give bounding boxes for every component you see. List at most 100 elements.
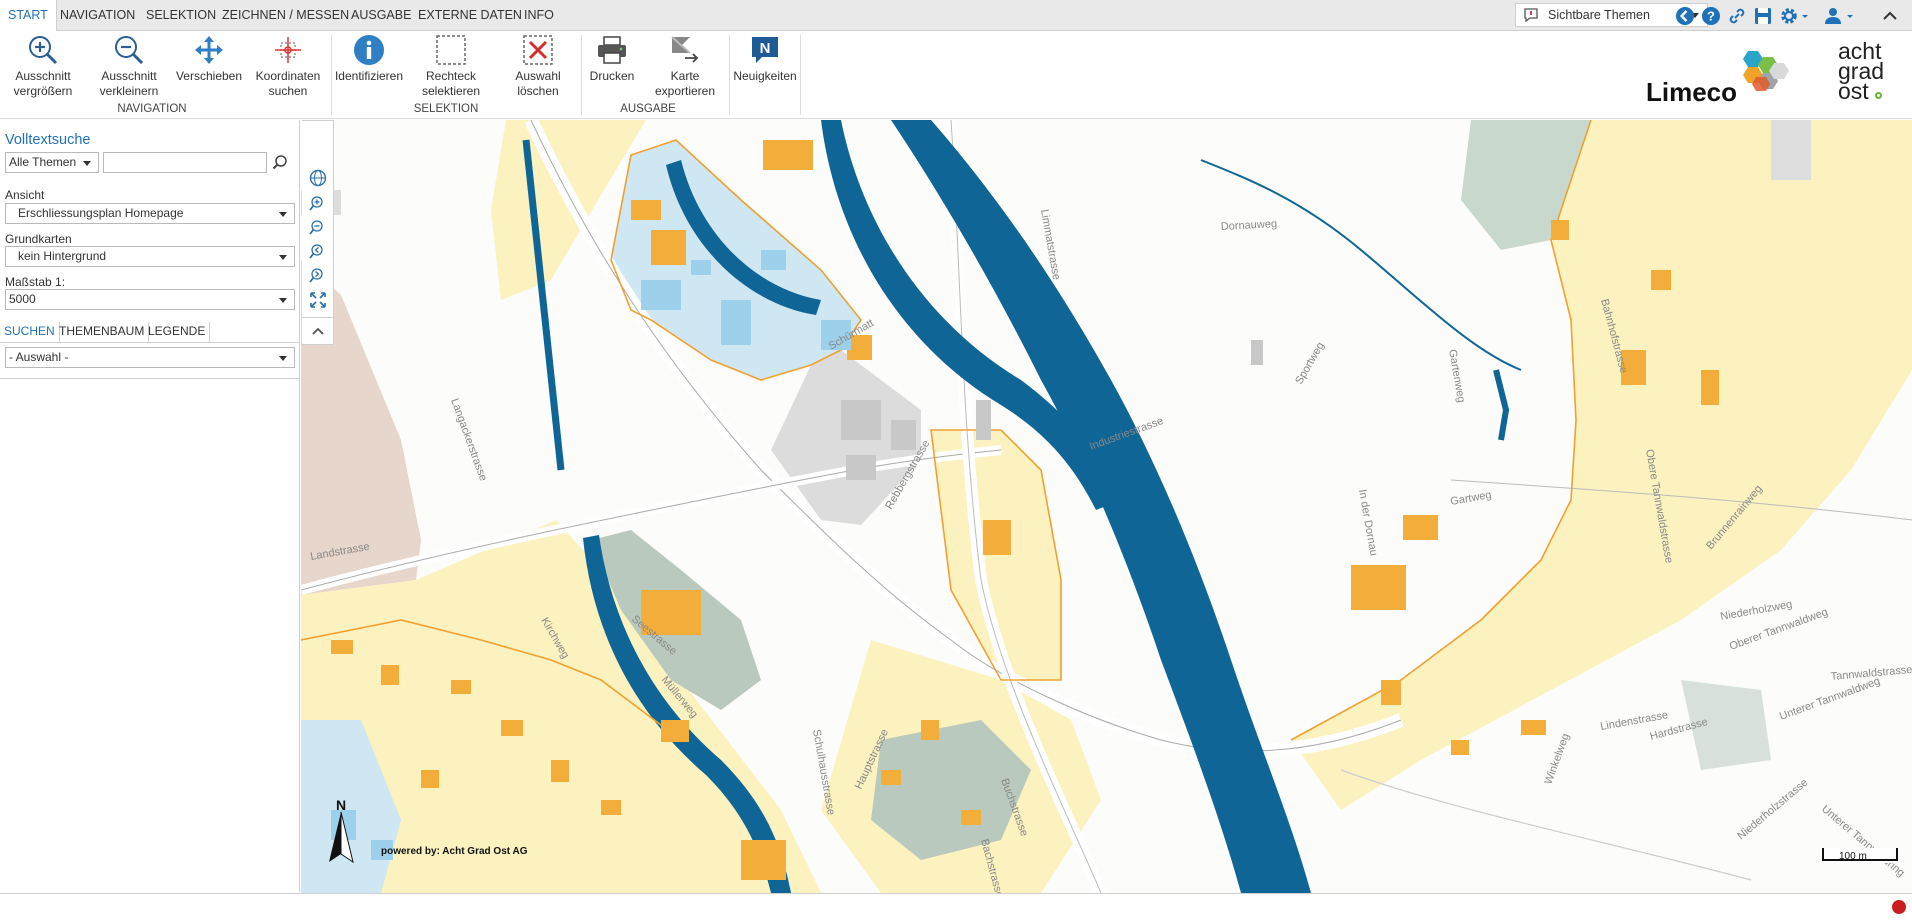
export-map-button[interactable]: Karte exportieren [648, 34, 722, 99]
tab-legende[interactable]: LEGENDE [144, 322, 211, 343]
zoom-out-icon[interactable] [309, 219, 327, 237]
print-icon [598, 36, 626, 64]
chevron-down-icon [279, 356, 287, 361]
limeco-logo-icon [1743, 51, 1789, 91]
search-icon[interactable] [272, 154, 288, 170]
zoom-in-button[interactable]: Ausschnitt vergrößern [6, 34, 80, 99]
user-icon[interactable] [1822, 4, 1856, 28]
sidebar-divider [0, 378, 299, 379]
map-canvas[interactable]: Limmatstrasse Dornauweg Sportweg Gartenw… [301, 120, 1912, 893]
building [631, 200, 661, 220]
grundkarten-select[interactable]: kein Hintergrund [5, 246, 295, 267]
street-label: Unterer Tannwaldring [1819, 803, 1907, 879]
gear-icon[interactable] [1777, 4, 1811, 28]
previous-extent-icon[interactable] [309, 243, 327, 261]
massstab-select[interactable]: 5000 [5, 289, 295, 310]
zoom-in-icon[interactable] [309, 195, 327, 213]
save-icon[interactable] [1751, 4, 1775, 28]
tab-navigation[interactable]: NAVIGATION [52, 0, 143, 31]
ansicht-select[interactable]: Erschliessungsplan Homepage [5, 203, 295, 224]
logo-word: ost [1838, 78, 1869, 104]
building [721, 300, 751, 345]
pan-label: Verschieben [175, 69, 243, 83]
map-tool-column [302, 120, 334, 345]
building [846, 455, 876, 480]
comment-icon [1524, 8, 1538, 22]
search-coordinates-button[interactable]: Koordinaten suchen [250, 34, 326, 99]
building [961, 810, 981, 825]
street-label: Gartenweg [1446, 348, 1467, 403]
stream-pond [1493, 369, 1510, 441]
ansicht-label: Ansicht [5, 188, 45, 202]
tab-ausgabe[interactable]: AUSGABE [343, 0, 419, 31]
export-map-icon [671, 36, 699, 63]
street-label: Niederholzweg [1719, 599, 1793, 623]
acht-grad-ost-logo: acht grad ost [1838, 40, 1884, 104]
tab-selektion[interactable]: SELEKTION [138, 0, 224, 31]
ribbon-toolbar: Ausschnitt vergrößern Ausschnitt verklei… [0, 31, 1912, 119]
pan-button[interactable]: Verschieben [174, 34, 244, 84]
status-indicator-icon[interactable] [1892, 900, 1906, 914]
clear-selection-button[interactable]: Auswahl löschen [500, 34, 576, 99]
ansicht-value: Erschliessungsplan Homepage [18, 206, 184, 220]
building [1451, 740, 1469, 755]
street-label: Gartweg [1449, 489, 1492, 508]
zoom-out-label: Ausschnitt verkleinern [99, 69, 159, 98]
building [1403, 515, 1438, 540]
next-extent-icon[interactable] [309, 267, 327, 285]
building [551, 760, 569, 782]
ribbon-separator [331, 35, 332, 115]
group-ausgabe-label: AUSGABE [620, 103, 676, 115]
tab-themenbaum[interactable]: THEMENBAUM [55, 322, 150, 343]
zoom-out-button[interactable]: Ausschnitt verkleinern [92, 34, 166, 99]
building [1381, 680, 1401, 705]
building [661, 720, 689, 742]
building [1701, 370, 1719, 405]
full-extent-icon[interactable] [309, 291, 327, 309]
building [1771, 120, 1811, 180]
print-button[interactable]: Drucken [584, 34, 640, 84]
building [331, 640, 353, 654]
search-scope-select[interactable]: Alle Themen [5, 152, 99, 173]
menu-bar: START NAVIGATION SELEKTION ZEICHNEN / ME… [0, 0, 1912, 32]
street-label: Unterer Tannwaldweg [1778, 675, 1882, 723]
identify-button[interactable]: Identifizieren [334, 34, 404, 84]
tab-suchen[interactable]: SUCHEN [0, 322, 60, 343]
search-input[interactable] [103, 152, 267, 173]
north-label: N [336, 797, 346, 813]
grundkarten-label: Grundkarten [5, 232, 72, 246]
search-coordinates-label: Koordinaten suchen [255, 69, 321, 98]
back-icon[interactable] [1673, 4, 1697, 28]
visible-themes-label: Sichtbare Themen [1548, 8, 1650, 22]
fulltext-search-title: Volltextsuche [5, 132, 91, 148]
crosshair-icon [275, 37, 301, 63]
auswahl-value: - Auswahl - [9, 350, 69, 364]
grundkarten-value: kein Hintergrund [18, 249, 107, 263]
globe-icon[interactable] [309, 169, 327, 187]
tab-zeichnen-messen[interactable]: ZEICHNEN / MESSEN [214, 0, 357, 31]
news-label: Neuigkeiten [733, 69, 797, 83]
tab-info[interactable]: INFO [516, 0, 562, 31]
ribbon-separator [800, 35, 801, 115]
building [761, 250, 786, 270]
collapse-up-icon[interactable] [1878, 4, 1902, 28]
link-icon[interactable] [1725, 4, 1749, 28]
rectangle-select-button[interactable]: Rechteck selektieren [414, 34, 488, 99]
auswahl-select[interactable]: - Auswahl - [5, 347, 295, 368]
tab-externe-daten[interactable]: EXTERNE DATEN [410, 0, 530, 31]
building [763, 140, 813, 170]
tab-start[interactable]: START [0, 0, 57, 32]
street-label: Langackerstrasse [448, 397, 489, 483]
rectangle-select-label: Rechteck selektieren [421, 69, 481, 98]
news-button[interactable]: N Neuigkeiten [732, 34, 798, 84]
building [1351, 565, 1406, 610]
collapse-tools-icon[interactable] [311, 325, 325, 337]
street-label: Dornauweg [1221, 218, 1278, 233]
search-scope-value: Alle Themen [9, 155, 77, 169]
news-icon: N [752, 37, 778, 63]
zoom-out-icon [115, 36, 144, 65]
help-icon[interactable]: ? [1699, 4, 1723, 28]
zoom-in-label: Ausschnitt vergrößern [13, 69, 73, 98]
status-bar [0, 893, 1912, 920]
building [501, 720, 523, 736]
